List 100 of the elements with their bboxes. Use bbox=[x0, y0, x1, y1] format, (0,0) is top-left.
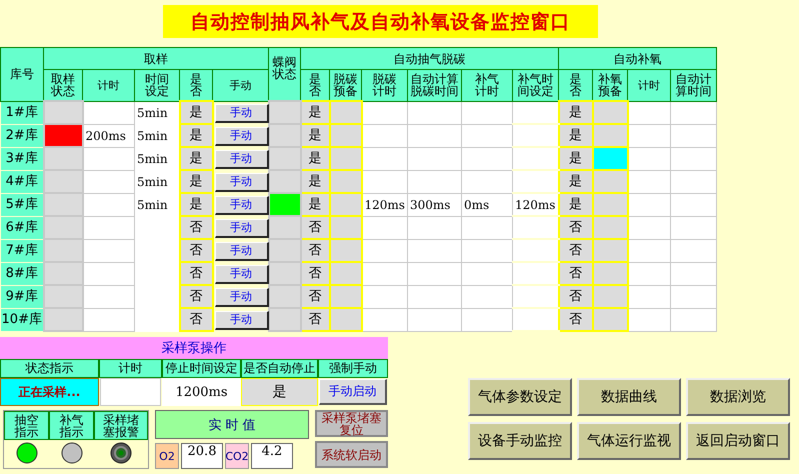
table-cell: 是 bbox=[180, 147, 212, 170]
column-header: 补气时间设定 bbox=[512, 70, 559, 101]
table-cell bbox=[462, 262, 512, 285]
table-cell: 是 bbox=[558, 147, 593, 170]
table-cell: 是 bbox=[180, 101, 212, 124]
stop-time-value: 1200ms bbox=[162, 378, 241, 406]
manual-button[interactable]: 手动 bbox=[214, 288, 268, 306]
column-header: 时间设定 bbox=[134, 70, 180, 101]
manual-button[interactable]: 手动 bbox=[214, 264, 268, 284]
manual-button[interactable]: 手动 bbox=[214, 126, 268, 146]
panel-title: 实 时 值 bbox=[155, 410, 309, 439]
table-cell bbox=[82, 308, 134, 331]
pump-button[interactable]: 采样泵堵塞复位 bbox=[315, 410, 388, 437]
table-cell bbox=[134, 308, 180, 331]
column-header: 补氧预备 bbox=[592, 70, 628, 101]
table-cell: 200ms bbox=[82, 124, 134, 147]
table-cell: 否 bbox=[558, 308, 593, 331]
table-cell: 120ms bbox=[362, 193, 408, 216]
nav-button[interactable]: 数据浏览 bbox=[686, 378, 790, 416]
table-cell: 是 bbox=[180, 193, 212, 216]
gas-value: 4.2 bbox=[251, 443, 293, 469]
table-cell bbox=[512, 285, 559, 308]
table-cell: 5min bbox=[134, 101, 180, 124]
table-cell: 否 bbox=[558, 216, 593, 239]
manual-button[interactable]: 手动 bbox=[214, 218, 268, 238]
table-cell bbox=[362, 262, 408, 285]
table-cell bbox=[512, 308, 559, 331]
manual-start-button[interactable]: 手动启动 bbox=[319, 379, 387, 405]
row-label: 2#库 bbox=[0, 124, 44, 147]
manual-button[interactable]: 手动 bbox=[214, 310, 268, 330]
table-cell: 是 bbox=[180, 124, 212, 147]
status-display: 正在采样... bbox=[0, 378, 99, 406]
column-header: 计时 bbox=[82, 70, 134, 101]
window-title: 自动控制抽风补气及自动补氧设备监控窗口 bbox=[163, 5, 598, 38]
nav-button[interactable]: 数据曲线 bbox=[577, 378, 681, 416]
row-label: 5#库 bbox=[0, 193, 44, 216]
manual-button[interactable]: 手动 bbox=[214, 172, 268, 192]
gas-value: 20.8 bbox=[181, 443, 223, 469]
table-cell bbox=[82, 101, 134, 124]
table-cell: 否 bbox=[180, 216, 212, 239]
column-header: 自动计算时间 bbox=[670, 70, 717, 101]
table-cell bbox=[628, 124, 671, 147]
table-cell bbox=[628, 193, 671, 216]
table-cell bbox=[628, 262, 671, 285]
table-cell bbox=[462, 147, 512, 170]
column-header: 强制手动 bbox=[318, 359, 388, 378]
table-cell bbox=[408, 101, 462, 124]
table-cell: 是 bbox=[558, 193, 593, 216]
table-cell bbox=[82, 170, 134, 193]
table-cell bbox=[512, 239, 559, 262]
manual-button[interactable]: 手动 bbox=[214, 104, 268, 123]
table-cell bbox=[670, 216, 717, 239]
table-cell bbox=[670, 239, 717, 262]
column-header: 是否 bbox=[300, 70, 330, 101]
row-label: 9#库 bbox=[0, 285, 44, 308]
table-cell bbox=[512, 262, 559, 285]
nav-button[interactable]: 设备手动监控 bbox=[468, 422, 572, 460]
nav-button[interactable]: 气体运行监视 bbox=[577, 422, 681, 460]
table-cell: 是 bbox=[558, 101, 593, 124]
table-cell bbox=[82, 216, 134, 239]
table-cell: 5min bbox=[134, 147, 180, 170]
table-cell: 5min bbox=[134, 193, 180, 216]
manual-button[interactable]: 手动 bbox=[214, 242, 268, 260]
table-cell: 否 bbox=[180, 308, 212, 331]
row-label: 6#库 bbox=[0, 216, 44, 239]
table-cell bbox=[362, 147, 408, 170]
table-cell: 是 bbox=[300, 101, 330, 124]
table-cell: 否 bbox=[180, 239, 212, 262]
column-header: 手动 bbox=[212, 70, 268, 101]
table-cell: 120ms bbox=[512, 193, 559, 216]
column-header: 库号 bbox=[0, 48, 44, 101]
table-cell bbox=[512, 216, 559, 239]
row-label: 8#库 bbox=[0, 262, 44, 285]
row-label: 10#库 bbox=[0, 308, 44, 331]
table-cell bbox=[82, 147, 134, 170]
table-cell bbox=[628, 285, 671, 308]
manual-button[interactable]: 手动 bbox=[214, 196, 268, 214]
column-header: 取样 bbox=[44, 48, 268, 70]
table-cell bbox=[462, 308, 512, 331]
table-cell bbox=[362, 124, 408, 147]
column-header: 状态指示 bbox=[0, 359, 99, 378]
column-header: 脱碳计时 bbox=[362, 70, 408, 101]
table-cell: 否 bbox=[558, 262, 593, 285]
row-label: 7#库 bbox=[0, 239, 44, 262]
nav-button[interactable]: 返回启动窗口 bbox=[686, 422, 790, 460]
table-cell bbox=[670, 262, 717, 285]
table-cell bbox=[82, 262, 134, 285]
pump-button[interactable]: 系统软启动 bbox=[315, 441, 388, 468]
table-cell bbox=[512, 124, 559, 147]
nav-button[interactable]: 气体参数设定 bbox=[468, 378, 572, 416]
manual-button[interactable]: 手动 bbox=[214, 150, 268, 168]
column-header: 计时 bbox=[99, 359, 162, 378]
table-cell bbox=[628, 101, 671, 124]
row-label: 4#库 bbox=[0, 170, 44, 193]
timer-field bbox=[100, 378, 161, 406]
table-cell bbox=[462, 170, 512, 193]
column-header: 自动补氧 bbox=[558, 48, 717, 70]
table-cell: 否 bbox=[558, 285, 593, 308]
column-header: 自动抽气脱碳 bbox=[300, 48, 559, 70]
table-cell bbox=[408, 147, 462, 170]
